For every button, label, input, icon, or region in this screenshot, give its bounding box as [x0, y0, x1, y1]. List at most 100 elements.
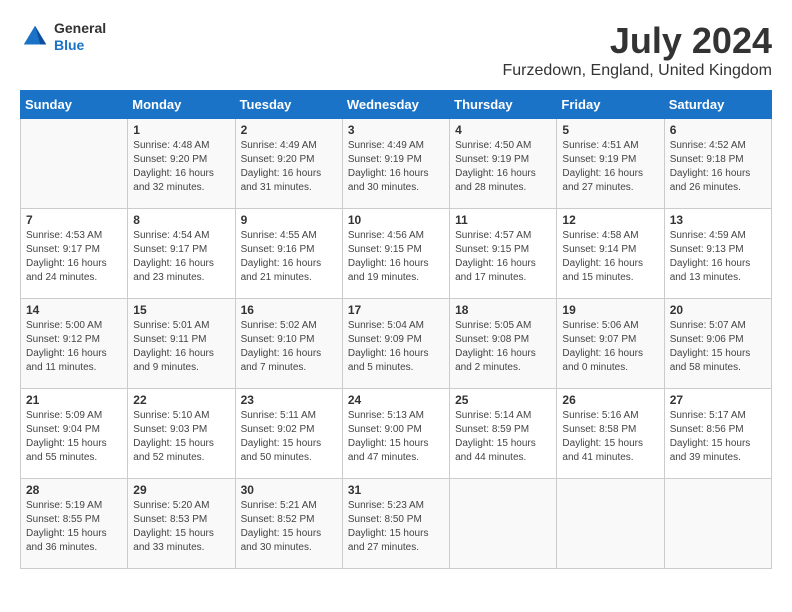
day-info: Sunrise: 5:16 AMSunset: 8:58 PMDaylight:… — [562, 409, 658, 465]
calendar-table: SundayMondayTuesdayWednesdayThursdayFrid… — [20, 90, 772, 569]
day-number: 10 — [348, 213, 444, 227]
day-number: 24 — [348, 393, 444, 407]
day-number: 22 — [133, 393, 229, 407]
day-info: Sunrise: 4:52 AMSunset: 9:18 PMDaylight:… — [670, 139, 766, 195]
day-info: Sunrise: 5:01 AMSunset: 9:11 PMDaylight:… — [133, 319, 229, 375]
calendar-day-cell — [21, 119, 128, 209]
day-info: Sunrise: 4:50 AMSunset: 9:19 PMDaylight:… — [455, 139, 551, 195]
header: General Blue July 2024 Furzedown, Englan… — [20, 20, 772, 80]
day-info: Sunrise: 5:02 AMSunset: 9:10 PMDaylight:… — [241, 319, 337, 375]
calendar-week-row: 7 Sunrise: 4:53 AMSunset: 9:17 PMDaylight… — [21, 209, 772, 299]
day-number: 27 — [670, 393, 766, 407]
weekday-header: Saturday — [664, 91, 771, 119]
day-number: 7 — [26, 213, 122, 227]
day-info: Sunrise: 4:59 AMSunset: 9:13 PMDaylight:… — [670, 229, 766, 285]
day-number: 30 — [241, 483, 337, 497]
calendar-day-cell: 12Sunrise: 4:58 AMSunset: 9:14 PMDayligh… — [557, 209, 664, 299]
day-info: Sunrise: 4:53 AMSunset: 9:17 PMDaylight:… — [26, 229, 122, 285]
calendar-week-row: 14Sunrise: 5:00 AMSunset: 9:12 PMDayligh… — [21, 299, 772, 389]
day-number: 26 — [562, 393, 658, 407]
weekday-header: Wednesday — [342, 91, 449, 119]
day-number: 4 — [455, 123, 551, 137]
day-number: 11 — [455, 213, 551, 227]
calendar-day-cell — [664, 479, 771, 569]
calendar-week-row: 28Sunrise: 5:19 AMSunset: 8:55 PMDayligh… — [21, 479, 772, 569]
weekday-header: Tuesday — [235, 91, 342, 119]
day-number: 5 — [562, 123, 658, 137]
day-info: Sunrise: 5:14 AMSunset: 8:59 PMDaylight:… — [455, 409, 551, 465]
calendar-day-cell: 18 Sunrise: 5:05 AMSunset: 9:08 PMDayligh… — [450, 299, 557, 389]
day-info: Sunrise: 5:06 AMSunset: 9:07 PMDaylight:… — [562, 319, 658, 375]
calendar-day-cell: 17 Sunrise: 5:04 AMSunset: 9:09 PMDayligh… — [342, 299, 449, 389]
day-number: 15 — [133, 303, 229, 317]
calendar-day-cell: 22Sunrise: 5:10 AMSunset: 9:03 PMDayligh… — [128, 389, 235, 479]
day-number: 31 — [348, 483, 444, 497]
day-info: Sunrise: 4:57 AMSunset: 9:15 PMDaylight:… — [455, 229, 551, 285]
calendar-day-cell: 21Sunrise: 5:09 AMSunset: 9:04 PMDayligh… — [21, 389, 128, 479]
day-number: 25 — [455, 393, 551, 407]
day-info: Sunrise: 4:48 AMSunset: 9:20 PMDaylight:… — [133, 139, 229, 195]
day-info: Sunrise: 5:19 AMSunset: 8:55 PMDaylight:… — [26, 499, 122, 555]
day-info: Sunrise: 5:05 AMSunset: 9:08 PMDaylight:… — [455, 319, 551, 375]
weekday-header: Monday — [128, 91, 235, 119]
calendar-day-cell: 25 Sunrise: 5:14 AMSunset: 8:59 PMDayligh… — [450, 389, 557, 479]
calendar-header-row: SundayMondayTuesdayWednesdayThursdayFrid… — [21, 91, 772, 119]
day-info: Sunrise: 5:17 AMSunset: 8:56 PMDaylight:… — [670, 409, 766, 465]
day-info: Sunrise: 4:49 AMSunset: 9:19 PMDaylight:… — [348, 139, 444, 195]
day-number: 13 — [670, 213, 766, 227]
calendar-day-cell: 20 Sunrise: 5:07 AMSunset: 9:06 PMDayligh… — [664, 299, 771, 389]
day-info: Sunrise: 4:54 AMSunset: 9:17 PMDaylight:… — [133, 229, 229, 285]
day-info: Sunrise: 5:13 AMSunset: 9:00 PMDaylight:… — [348, 409, 444, 465]
day-info: Sunrise: 4:58 AMSunset: 9:14 PMDaylight:… — [562, 229, 658, 285]
logo: General Blue — [20, 20, 106, 54]
calendar-day-cell: 1 Sunrise: 4:48 AMSunset: 9:20 PMDaylight… — [128, 119, 235, 209]
calendar-day-cell: 11 Sunrise: 4:57 AMSunset: 9:15 PMDayligh… — [450, 209, 557, 299]
logo-text: General Blue — [54, 20, 106, 54]
day-info: Sunrise: 5:07 AMSunset: 9:06 PMDaylight:… — [670, 319, 766, 375]
calendar-day-cell: 28Sunrise: 5:19 AMSunset: 8:55 PMDayligh… — [21, 479, 128, 569]
calendar-day-cell: 9 Sunrise: 4:55 AMSunset: 9:16 PMDaylight… — [235, 209, 342, 299]
day-number: 16 — [241, 303, 337, 317]
calendar-week-row: 1 Sunrise: 4:48 AMSunset: 9:20 PMDaylight… — [21, 119, 772, 209]
day-info: Sunrise: 4:49 AMSunset: 9:20 PMDaylight:… — [241, 139, 337, 195]
weekday-header: Sunday — [21, 91, 128, 119]
day-info: Sunrise: 4:55 AMSunset: 9:16 PMDaylight:… — [241, 229, 337, 285]
day-info: Sunrise: 5:23 AMSunset: 8:50 PMDaylight:… — [348, 499, 444, 555]
calendar-day-cell: 7 Sunrise: 4:53 AMSunset: 9:17 PMDaylight… — [21, 209, 128, 299]
calendar-day-cell: 26 Sunrise: 5:16 AMSunset: 8:58 PMDayligh… — [557, 389, 664, 479]
calendar-day-cell: 16 Sunrise: 5:02 AMSunset: 9:10 PMDayligh… — [235, 299, 342, 389]
calendar-day-cell: 19Sunrise: 5:06 AMSunset: 9:07 PMDayligh… — [557, 299, 664, 389]
calendar-week-row: 21Sunrise: 5:09 AMSunset: 9:04 PMDayligh… — [21, 389, 772, 479]
calendar-day-cell: 10Sunrise: 4:56 AMSunset: 9:15 PMDayligh… — [342, 209, 449, 299]
day-number: 20 — [670, 303, 766, 317]
month-title: July 2024 — [503, 20, 773, 62]
day-number: 29 — [133, 483, 229, 497]
calendar-day-cell — [450, 479, 557, 569]
weekday-header: Friday — [557, 91, 664, 119]
day-info: Sunrise: 5:09 AMSunset: 9:04 PMDaylight:… — [26, 409, 122, 465]
calendar-day-cell: 24 Sunrise: 5:13 AMSunset: 9:00 PMDayligh… — [342, 389, 449, 479]
day-info: Sunrise: 4:51 AMSunset: 9:19 PMDaylight:… — [562, 139, 658, 195]
calendar-day-cell: 15 Sunrise: 5:01 AMSunset: 9:11 PMDayligh… — [128, 299, 235, 389]
day-number: 9 — [241, 213, 337, 227]
weekday-header: Thursday — [450, 91, 557, 119]
calendar-day-cell: 27 Sunrise: 5:17 AMSunset: 8:56 PMDayligh… — [664, 389, 771, 479]
day-number: 6 — [670, 123, 766, 137]
calendar-day-cell: 8 Sunrise: 4:54 AMSunset: 9:17 PMDaylight… — [128, 209, 235, 299]
calendar-day-cell — [557, 479, 664, 569]
calendar-day-cell: 3 Sunrise: 4:49 AMSunset: 9:19 PMDaylight… — [342, 119, 449, 209]
logo-icon — [20, 22, 50, 52]
day-info: Sunrise: 5:04 AMSunset: 9:09 PMDaylight:… — [348, 319, 444, 375]
calendar-day-cell: 14Sunrise: 5:00 AMSunset: 9:12 PMDayligh… — [21, 299, 128, 389]
calendar-day-cell: 29Sunrise: 5:20 AMSunset: 8:53 PMDayligh… — [128, 479, 235, 569]
calendar-day-cell: 23Sunrise: 5:11 AMSunset: 9:02 PMDayligh… — [235, 389, 342, 479]
day-number: 3 — [348, 123, 444, 137]
day-number: 1 — [133, 123, 229, 137]
day-number: 2 — [241, 123, 337, 137]
day-number: 18 — [455, 303, 551, 317]
day-number: 17 — [348, 303, 444, 317]
day-number: 8 — [133, 213, 229, 227]
calendar-day-cell: 30Sunrise: 5:21 AMSunset: 8:52 PMDayligh… — [235, 479, 342, 569]
day-number: 14 — [26, 303, 122, 317]
calendar-day-cell: 13 Sunrise: 4:59 AMSunset: 9:13 PMDayligh… — [664, 209, 771, 299]
